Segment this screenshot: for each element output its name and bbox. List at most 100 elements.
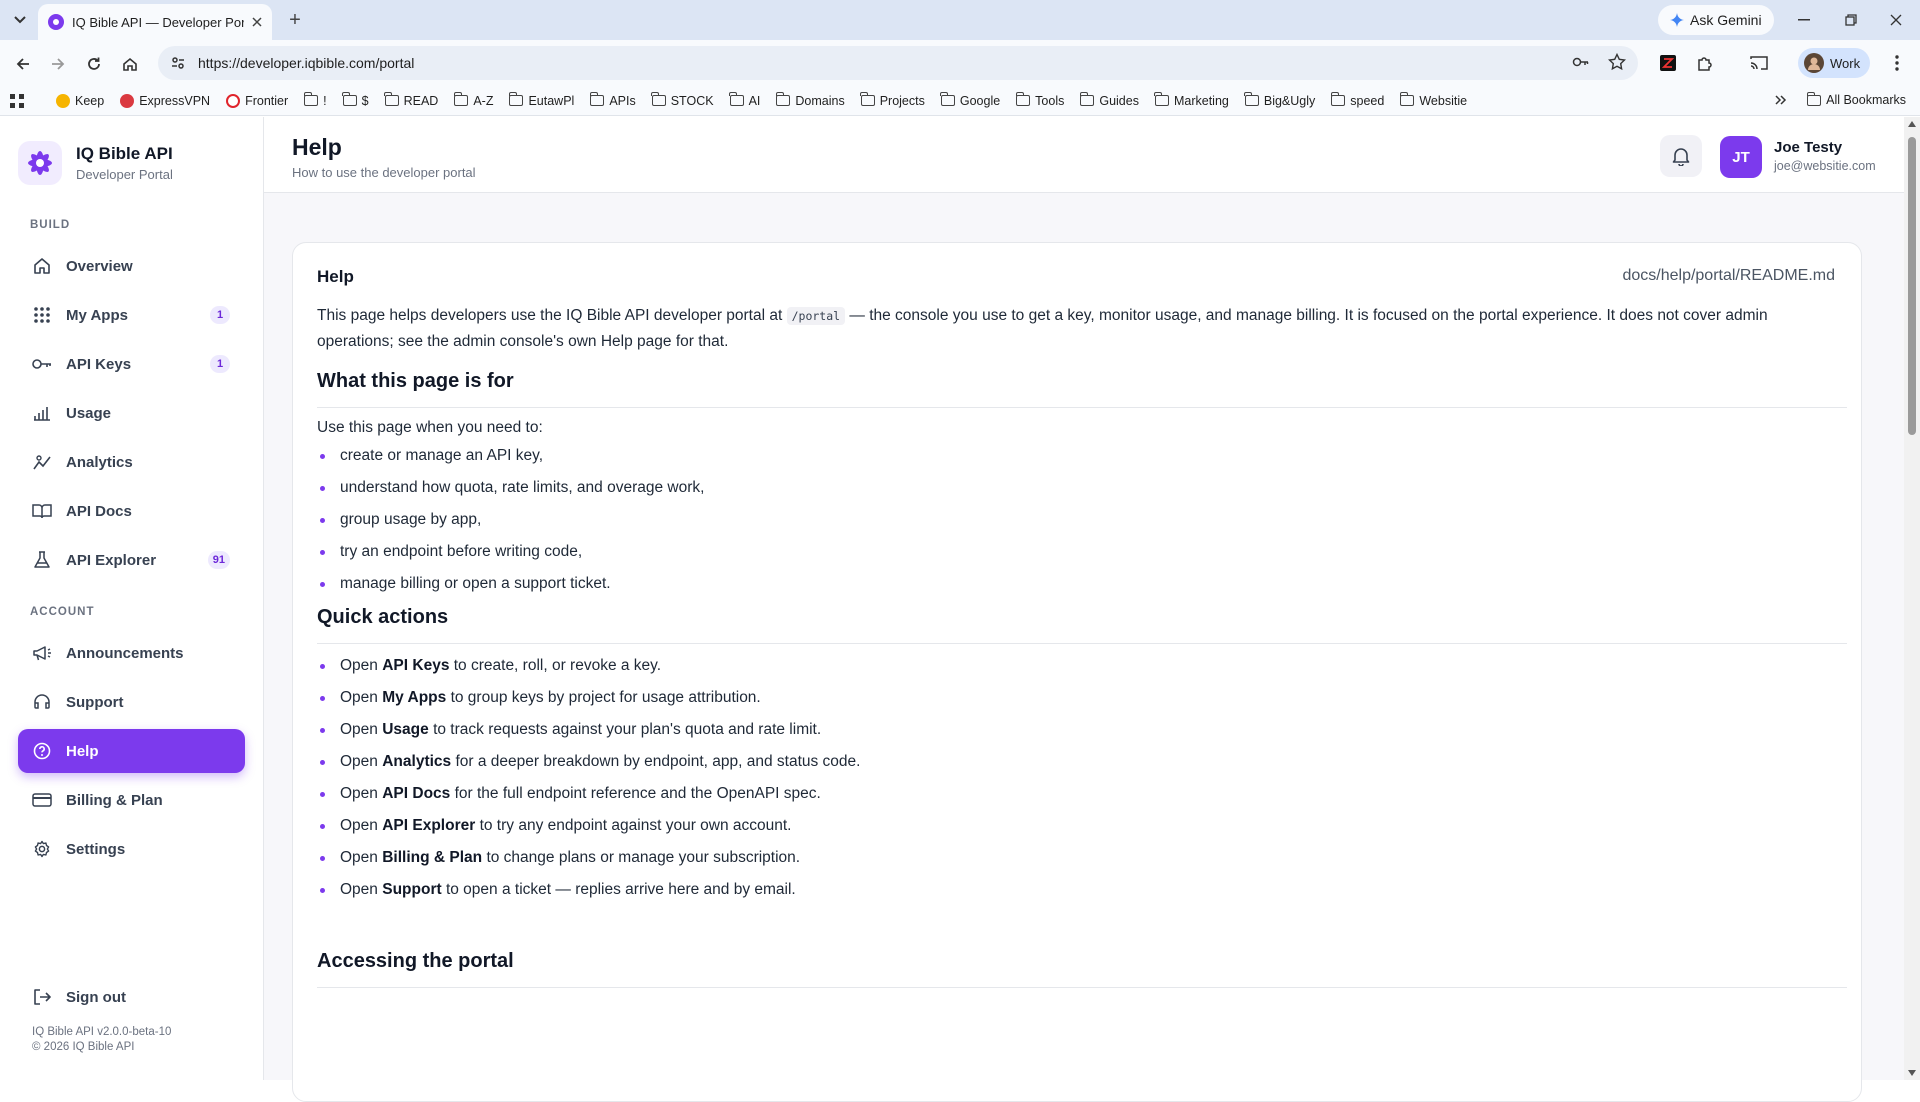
sidebar-item-announcements[interactable]: Announcements [18, 631, 245, 675]
page-header: Help How to use the developer portal JT … [264, 117, 1904, 193]
home-button[interactable] [117, 51, 143, 77]
tab-search-button[interactable] [8, 8, 32, 32]
bookmark-item[interactable]: Keep [56, 93, 104, 108]
sidebar-item-label: Support [66, 693, 124, 711]
sidebar-item-help[interactable]: Help [18, 729, 245, 773]
address-bar[interactable]: https://developer.iqbible.com/portal [158, 46, 1638, 80]
bookmarks-right: All Bookmarks [1775, 91, 1906, 107]
folder-icon [1806, 91, 1822, 106]
scroll-down-arrow[interactable] [1908, 1070, 1916, 1076]
zotero-extension-icon[interactable] [1655, 50, 1681, 76]
sidebar-item-billing[interactable]: Billing & Plan [18, 778, 245, 822]
sign-out-label: Sign out [66, 988, 126, 1006]
sidebar-item-api-explorer[interactable]: API Explorer 91 [18, 538, 245, 582]
sidebar-item-overview[interactable]: Overview [18, 244, 245, 288]
new-tab-button[interactable]: + [284, 9, 306, 31]
text: to track requests against your plan's qu… [433, 721, 822, 738]
folder-icon [651, 92, 666, 106]
bookmark-item[interactable]: APIs [589, 92, 636, 108]
notifications-button[interactable] [1660, 135, 1702, 177]
avatar[interactable]: JT [1720, 136, 1762, 178]
bookmark-item[interactable]: EutawPl [508, 92, 574, 108]
folder-icon [1330, 92, 1346, 106]
bookmark-item[interactable]: STOCK [651, 92, 714, 108]
bookmark-item[interactable]: Marketing [1154, 92, 1229, 108]
app-root: IQ Bible API Developer Portal BUILD Over… [0, 117, 1920, 1102]
browser-menu-icon[interactable] [1884, 50, 1910, 76]
extensions-puzzle-icon[interactable] [1692, 50, 1718, 76]
bookmark-item[interactable]: Frontier [226, 93, 288, 108]
browser-tab-strip: IQ Bible API — Developer Porta + Ask Gem… [0, 0, 1920, 40]
intro-paragraph: This page helps developers use the IQ Bi… [317, 303, 1827, 355]
sign-out-button[interactable]: Sign out [18, 975, 245, 1019]
expressvpn-icon [120, 93, 135, 108]
brand[interactable]: IQ Bible API Developer Portal [18, 141, 173, 185]
sidebar-item-analytics[interactable]: Analytics [18, 440, 245, 484]
close-window-button[interactable] [1884, 8, 1908, 32]
bookmark-item[interactable]: AI [729, 92, 761, 108]
bookmark-item[interactable]: READ [384, 92, 438, 108]
scroll-thumb[interactable] [1908, 137, 1916, 435]
bookmark-item[interactable]: $ [342, 92, 369, 108]
bookmark-star-icon[interactable] [1608, 53, 1626, 71]
gemini-sparkle-icon [1670, 13, 1684, 27]
link-text: Support [382, 881, 442, 898]
bookmark-item[interactable]: Projects [860, 92, 925, 108]
scroll-up-arrow[interactable] [1908, 121, 1916, 127]
page-scrollbar[interactable] [1904, 117, 1920, 1080]
bookmark-item[interactable]: Google [940, 92, 1000, 108]
favicon-icon [48, 14, 64, 30]
sidebar-item-api-docs[interactable]: API Docs [18, 489, 245, 533]
sidebar-item-settings[interactable]: Settings [18, 827, 245, 871]
browser-toolbar: https://developer.iqbible.com/portal Wor… [0, 40, 1920, 86]
back-button[interactable] [10, 51, 36, 77]
headset-icon [32, 692, 52, 712]
ask-gemini-button[interactable]: Ask Gemini [1658, 5, 1774, 35]
site-info-icon[interactable] [170, 55, 186, 71]
list-item: Open Analytics for a deeper breakdown by… [317, 746, 860, 778]
text: Open [340, 785, 378, 802]
bookmark-label: AI [748, 93, 761, 108]
bell-icon [1672, 146, 1690, 166]
apps-grid-icon[interactable] [10, 93, 24, 108]
bookmark-label: Domains [795, 93, 845, 108]
bookmark-item[interactable]: Websitie [1399, 92, 1467, 108]
bookmark-item[interactable]: Tools [1015, 92, 1064, 108]
browser-tab-active[interactable]: IQ Bible API — Developer Porta [38, 4, 272, 40]
user-email: joe@websitie.com [1774, 159, 1876, 173]
bookmark-item[interactable]: ExpressVPN [120, 93, 211, 108]
bookmark-list: Keep ExpressVPN Frontier! $ READ A-Z EutawPl AP… [56, 92, 1483, 108]
sidebar-item-usage[interactable]: Usage [18, 391, 245, 435]
sidebar-item-my-apps[interactable]: My Apps 1 [18, 293, 245, 337]
text: Open [340, 657, 378, 674]
sidebar-item-api-keys[interactable]: API Keys 1 [18, 342, 245, 386]
trend-icon [32, 452, 52, 472]
bookmark-item[interactable]: ! [303, 92, 327, 108]
bookmark-item[interactable]: Domains [775, 92, 845, 108]
bookmark-label: ExpressVPN [139, 93, 211, 108]
bookmark-item[interactable]: A-Z [453, 92, 493, 108]
close-tab-icon[interactable] [252, 17, 262, 27]
list-item: Open Billing & Plan to change plans or m… [317, 842, 860, 874]
reload-button[interactable] [81, 51, 107, 77]
bookmark-item[interactable]: speed [1330, 92, 1384, 108]
cast-icon[interactable] [1746, 50, 1772, 76]
sidebar-item-label: Overview [66, 257, 133, 275]
all-bookmarks-button[interactable]: All Bookmarks [1806, 91, 1906, 107]
sidebar-item-label: Billing & Plan [66, 791, 163, 809]
text: to group keys by project for usage attri… [450, 689, 761, 706]
text: to try any endpoint against your own acc… [479, 817, 792, 834]
forward-button[interactable] [45, 51, 71, 77]
restore-button[interactable] [1839, 8, 1863, 32]
text: Open [340, 849, 378, 866]
bookmark-label: STOCK [670, 93, 714, 108]
minimize-button[interactable] [1792, 8, 1816, 32]
profile-chip[interactable]: Work [1798, 48, 1871, 78]
credit-card-icon [32, 790, 52, 810]
bookmark-item[interactable]: Big&Ugly [1244, 92, 1315, 108]
bookmarks-overflow-icon[interactable] [1775, 94, 1787, 106]
password-key-icon[interactable] [1572, 53, 1590, 71]
bookmark-item[interactable]: Guides [1079, 92, 1139, 108]
sidebar-item-support[interactable]: Support [18, 680, 245, 724]
sidebar-item-label: Help [66, 742, 99, 760]
